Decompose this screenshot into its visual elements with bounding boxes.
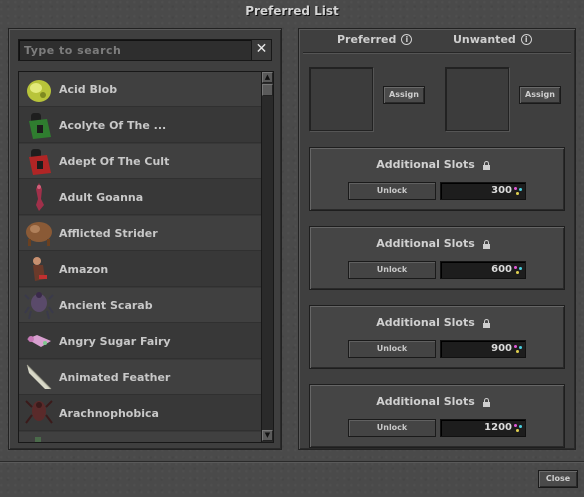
unwanted-header: Unwanted i [453, 33, 532, 46]
creature-name: Angry Sugar Fairy [59, 334, 171, 348]
list-item[interactable]: Adult Goanna [19, 180, 261, 215]
feather-icon [23, 361, 55, 393]
scroll-up-button[interactable]: ▲ [262, 72, 273, 83]
price-display: 600 [440, 261, 526, 279]
unlock-button[interactable]: Unlock [348, 182, 436, 200]
creature-list-panel: ✕ Acid Blob Acolyte Of The ... Adept [8, 28, 282, 450]
creature-name: Ancient Scarab [59, 298, 153, 312]
creature-name: Arachnophobica [59, 406, 159, 420]
price-display: 300 [440, 182, 526, 200]
list-item[interactable]: Animated Feather [19, 360, 261, 395]
price-display: 1200 [440, 419, 526, 437]
preferred-list-window: Preferred List ✕ Acid Blob Acolyte Of Th… [0, 0, 584, 497]
preferred-header: Preferred i [337, 33, 413, 46]
sugar-fairy-icon [23, 325, 55, 357]
assign-preferred-button[interactable]: Assign [383, 86, 425, 104]
amazon-icon [23, 253, 55, 285]
lock-icon [482, 161, 490, 170]
additional-slot-card: Additional Slots Unlock 900 [309, 305, 565, 369]
list-item[interactable]: Acolyte Of The ... [19, 108, 261, 143]
scroll-down-button[interactable]: ▼ [262, 430, 273, 441]
list-item[interactable]: Afflicted Strider [19, 216, 261, 251]
next-creature-icon [23, 433, 55, 442]
preferred-slot[interactable] [309, 67, 373, 131]
slot-title: Additional Slots [310, 237, 556, 250]
search-box: ✕ [18, 39, 272, 61]
creature-name: Acid Blob [59, 82, 118, 96]
list-item[interactable]: Ancient Scarab [19, 288, 261, 323]
adept-icon [23, 145, 55, 177]
additional-slot-card: Additional Slots Unlock 300 [309, 147, 565, 211]
list-item[interactable] [19, 432, 261, 442]
additional-slot-card: Additional Slots Unlock 1200 [309, 384, 565, 448]
list-item[interactable]: Angry Sugar Fairy [19, 324, 261, 359]
additional-slot-card: Additional Slots Unlock 600 [309, 226, 565, 290]
acid-blob-icon [23, 73, 55, 105]
window-title: Preferred List [245, 4, 339, 18]
close-icon: ✕ [255, 41, 268, 57]
unwanted-slot[interactable] [445, 67, 509, 131]
creature-name: Amazon [59, 262, 109, 276]
list-item[interactable]: Arachnophobica [19, 396, 261, 431]
footer-divider [0, 461, 584, 462]
creature-name: Afflicted Strider [59, 226, 158, 240]
arachnophobica-icon [23, 397, 55, 429]
list-item[interactable]: Amazon [19, 252, 261, 287]
unlock-button[interactable]: Unlock [348, 261, 436, 279]
preferred-label: Preferred [337, 33, 397, 46]
info-icon[interactable]: i [401, 34, 413, 45]
preferences-panel: Preferred i Unwanted i Assign Assign Addit… [298, 28, 576, 450]
header-divider [303, 52, 571, 53]
creature-list[interactable]: Acid Blob Acolyte Of The ... Adept Of Th… [18, 71, 274, 443]
slot-title: Additional Slots [310, 316, 556, 329]
goanna-icon [23, 181, 55, 213]
creature-name: Animated Feather [59, 370, 171, 384]
list-scrollbar[interactable]: ▲ ▼ [261, 72, 273, 442]
creature-name: Adult Goanna [59, 190, 144, 204]
strider-icon [23, 217, 55, 249]
unlock-button[interactable]: Unlock [348, 340, 436, 358]
coin-icon [514, 424, 523, 433]
clear-search-button[interactable]: ✕ [251, 40, 271, 60]
close-button[interactable]: Close [538, 470, 578, 488]
list-item[interactable]: Adept Of The Cult [19, 144, 261, 179]
creature-name: Acolyte Of The ... [59, 118, 167, 132]
slot-title: Additional Slots [310, 395, 556, 408]
coin-icon [514, 266, 523, 275]
coin-icon [514, 187, 523, 196]
search-input[interactable] [19, 40, 249, 60]
unlock-button[interactable]: Unlock [348, 419, 436, 437]
unwanted-label: Unwanted [453, 33, 516, 46]
lock-icon [482, 319, 490, 328]
coin-icon [514, 345, 523, 354]
list-item[interactable]: Acid Blob [19, 72, 261, 107]
info-icon[interactable]: i [520, 34, 532, 45]
scroll-thumb[interactable] [262, 84, 273, 96]
scarab-icon [23, 289, 55, 321]
assign-unwanted-button[interactable]: Assign [519, 86, 561, 104]
price-display: 900 [440, 340, 526, 358]
acolyte-icon [23, 109, 55, 141]
creature-name: Adept Of The Cult [59, 154, 170, 168]
lock-icon [482, 398, 490, 407]
lock-icon [482, 240, 490, 249]
slot-title: Additional Slots [310, 158, 556, 171]
